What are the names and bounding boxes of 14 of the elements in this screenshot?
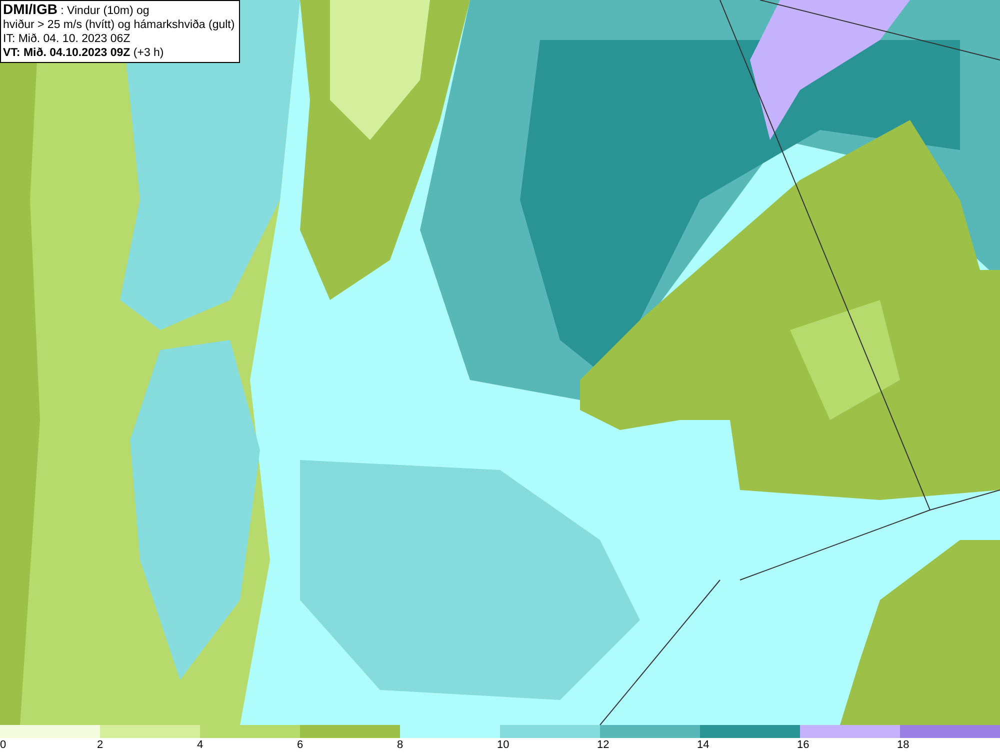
title-line: DMI/IGB : Vindur (10m) og	[3, 2, 150, 18]
legend-label: 6	[297, 738, 304, 752]
legend-label: 16	[797, 738, 810, 752]
legend-label: 12	[597, 738, 610, 752]
legend-label: 8	[397, 738, 404, 752]
title-line: hviður > 25 m/s (hvítt) og hámarkshviða (gult)	[3, 18, 235, 32]
legend-label: 10	[497, 738, 510, 752]
legend-label: 14	[697, 738, 710, 752]
legend-label: 18	[897, 738, 910, 752]
title-line: VT: Mið. 04.10.2023 09Z (+3 h)	[3, 46, 165, 60]
legend-label: 4	[197, 738, 204, 752]
title-line: IT: Mið. 04. 10. 2023 06Z	[3, 32, 132, 46]
legend-label: 0	[0, 738, 6, 752]
legend-label: 2	[97, 738, 104, 752]
